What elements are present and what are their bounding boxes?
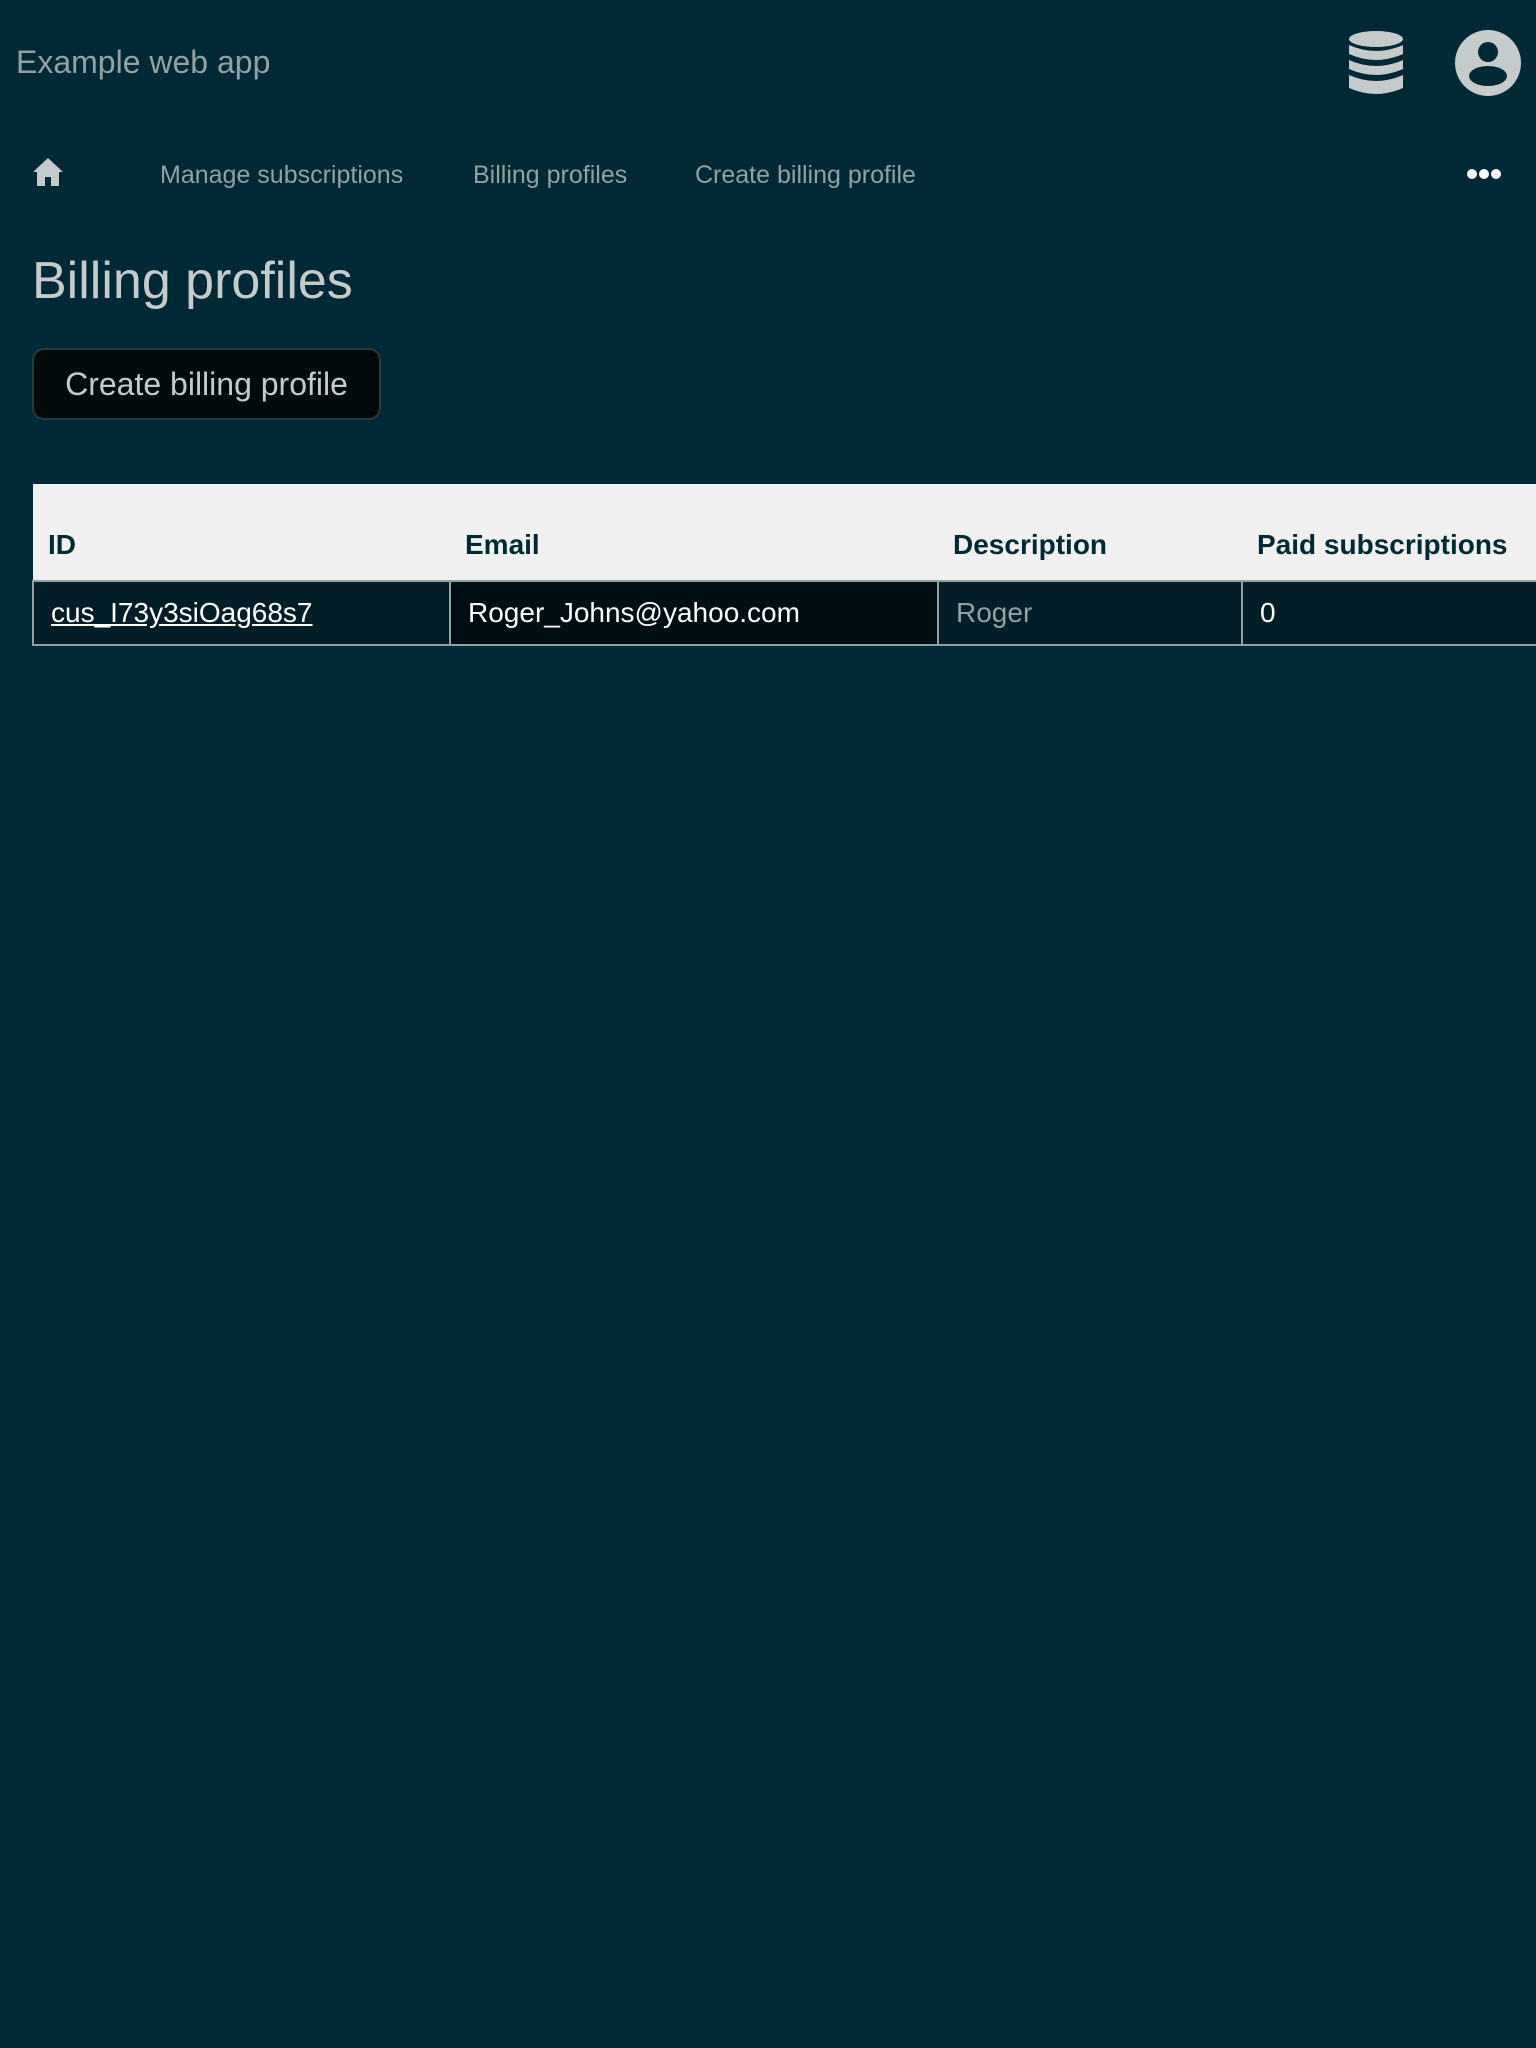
create-billing-profile-button[interactable]: Create billing profile xyxy=(32,348,381,420)
profile-id-link[interactable]: cus_I73y3siOag68s7 xyxy=(51,597,313,628)
table-header-row: ID Email Description Paid subscriptions xyxy=(33,484,1536,582)
cell-description: Roger xyxy=(937,581,1242,646)
app-title[interactable]: Example web app xyxy=(16,43,270,81)
main-nav: Manage subscriptions Billing profiles Cr… xyxy=(0,124,1536,226)
top-bar: Example web app xyxy=(0,0,1536,124)
table-row: cus_I73y3siOag68s7 Roger_Johns@yahoo.com… xyxy=(32,581,1536,646)
column-header-paid-subscriptions[interactable]: Paid subscriptions xyxy=(1242,484,1536,582)
nav-create-billing-profile[interactable]: Create billing profile xyxy=(695,160,916,190)
more-horizontal-icon[interactable] xyxy=(1467,168,1501,180)
account-circle-icon[interactable] xyxy=(1455,30,1521,96)
database-icon[interactable] xyxy=(1348,30,1404,98)
cell-id: cus_I73y3siOag68s7 xyxy=(32,581,450,646)
billing-profiles-table: ID Email Description Paid subscriptions … xyxy=(32,484,1536,646)
column-header-description[interactable]: Description xyxy=(938,484,1242,582)
page-title: Billing profiles xyxy=(32,252,353,310)
column-header-id[interactable]: ID xyxy=(33,484,450,582)
nav-billing-profiles[interactable]: Billing profiles xyxy=(473,160,627,190)
column-header-email[interactable]: Email xyxy=(450,484,938,582)
cell-paid-subscriptions: 0 xyxy=(1241,581,1536,646)
cell-email: Roger_Johns@yahoo.com xyxy=(449,581,938,646)
nav-manage-subscriptions[interactable]: Manage subscriptions xyxy=(160,160,403,190)
home-icon[interactable] xyxy=(32,156,64,188)
